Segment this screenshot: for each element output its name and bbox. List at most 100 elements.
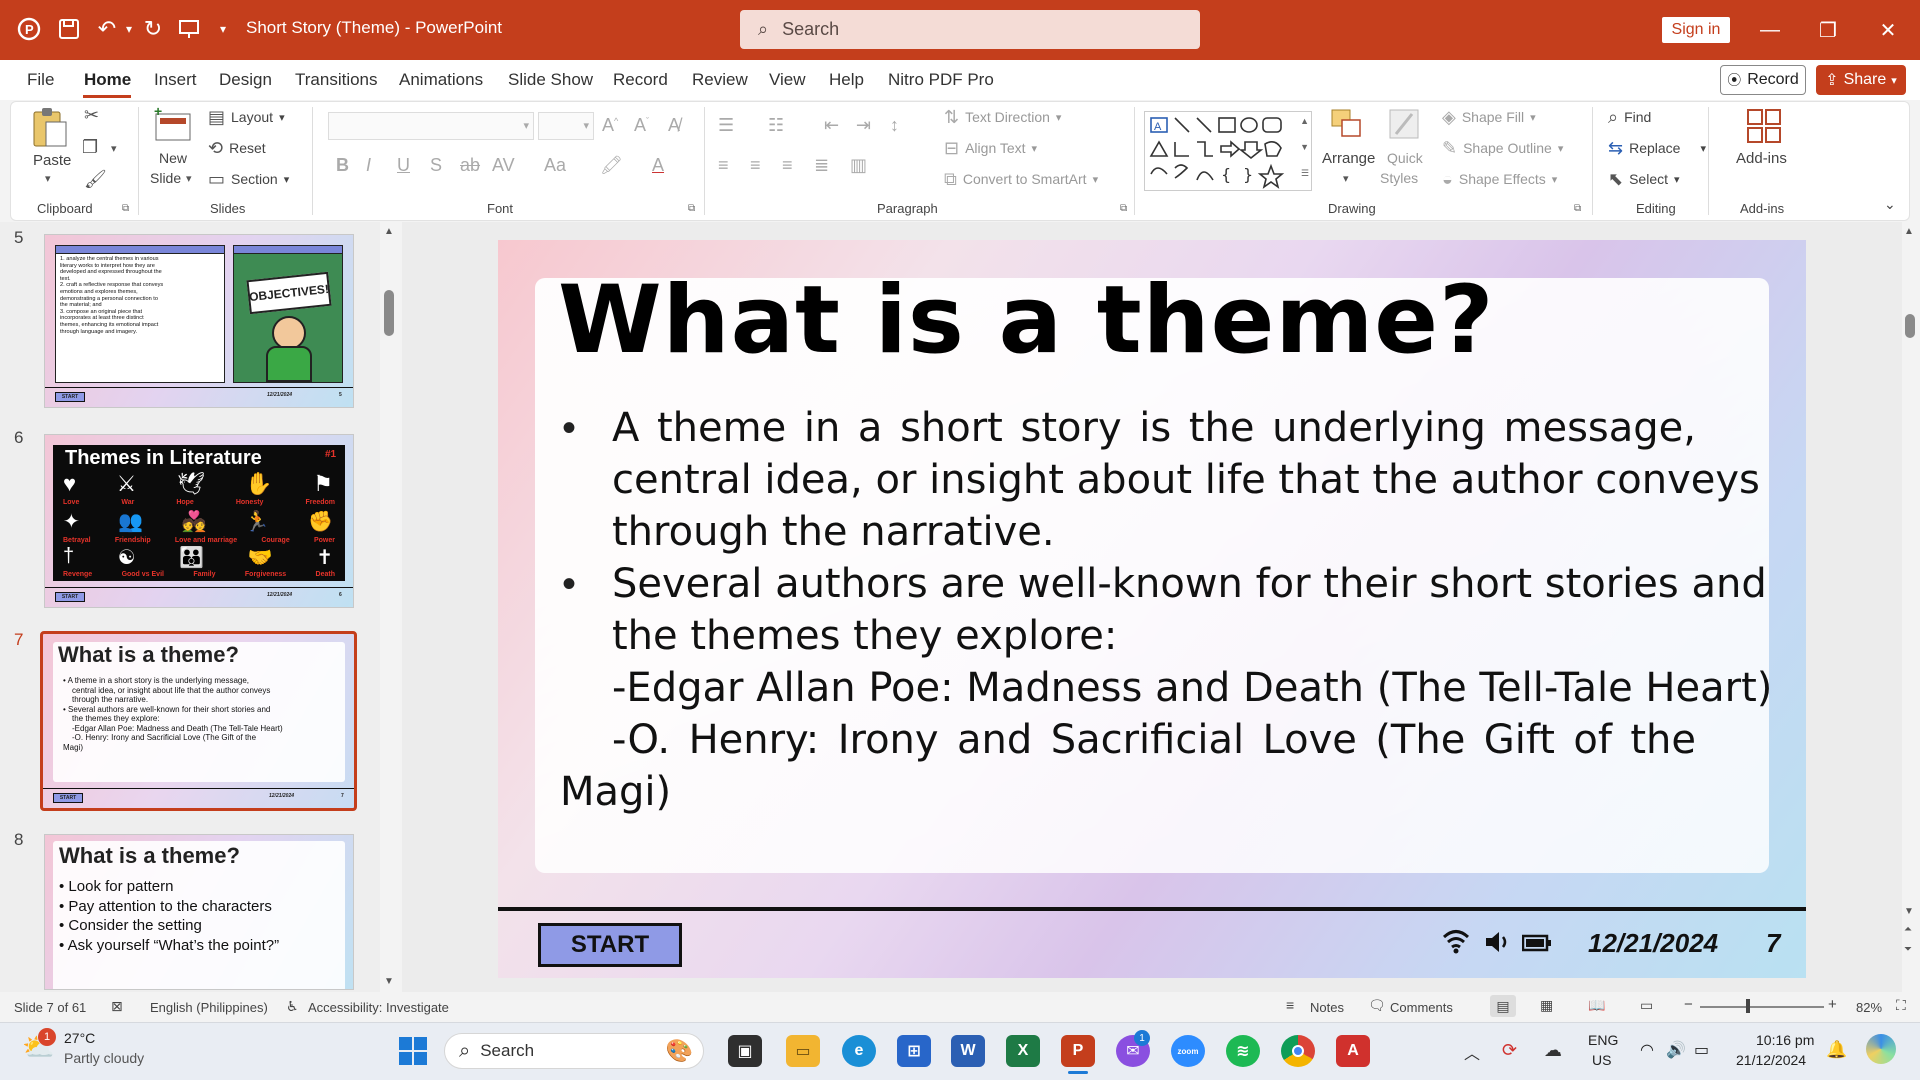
comments-icon[interactable]: 🗨 [1368,997,1386,1014]
normal-view-icon[interactable]: ▤ [1490,995,1516,1017]
store-icon[interactable]: ⊞ [897,1035,931,1067]
redo-icon[interactable]: ↻ [138,14,168,44]
clock-time[interactable]: 10:16 pm [1756,1032,1814,1048]
quick-styles-label-1[interactable]: Quick [1387,150,1423,166]
accessibility-icon[interactable]: ♿ [286,998,299,1015]
bullets-icon[interactable]: ☰ [718,116,734,134]
align-center-icon[interactable]: ≡ [750,156,761,174]
region-code[interactable]: US [1592,1052,1611,1068]
collapse-ribbon-icon[interactable]: ⌄ [1884,196,1896,213]
slide-title[interactable]: What is a theme? [558,266,1495,375]
spelling-check-icon[interactable]: ⊠ [111,998,123,1015]
comments-button[interactable]: Comments [1390,1000,1453,1015]
copilot-icon[interactable] [1866,1034,1896,1064]
weather-temp[interactable]: 27°C [64,1030,95,1046]
edge-icon[interactable]: e [842,1035,876,1067]
tab-record[interactable]: Record [613,70,668,90]
acrobat-icon[interactable]: A [1336,1035,1370,1067]
highlight-icon[interactable]: 🖍 [600,156,623,174]
word-icon[interactable]: W [951,1035,985,1067]
font-name-dropdown[interactable]: ▾ [328,112,534,140]
minimize-icon[interactable]: — [1750,14,1790,46]
convert-smartart-button[interactable]: ⧉ Convert to SmartArt ▾ [944,170,1098,188]
spotify-icon[interactable]: ≋ [1226,1035,1260,1067]
weather-desc[interactable]: Partly cloudy [64,1050,144,1066]
gallery-down-icon[interactable]: ▼ [1300,142,1309,152]
quick-styles-icon[interactable] [1386,106,1426,146]
new-slide-label-1[interactable]: New [159,150,187,166]
section-button[interactable]: ▭ Section ▾ [208,170,289,188]
add-ins-icon[interactable] [1744,106,1784,146]
reading-view-icon[interactable]: 📖 [1588,997,1605,1014]
slide-start-button[interactable]: START [538,923,682,967]
main-scroll-up-icon[interactable]: ▲ [1904,226,1914,237]
tab-review[interactable]: Review [692,70,748,90]
sync-icon[interactable]: ⟳ [1502,1040,1517,1061]
reset-button[interactable]: ⟲ Reset [208,139,266,157]
replace-button[interactable]: ⇆ Replace ▾ [1608,139,1706,157]
layout-button[interactable]: ▤ Layout ▾ [208,108,285,126]
increase-font-icon[interactable]: A^ [602,116,618,134]
quick-styles-label-2[interactable]: Styles [1380,170,1418,186]
paste-dropdown-icon[interactable]: ▾ [45,172,51,185]
customize-qat-icon[interactable]: ▾ [208,14,238,44]
align-right-icon[interactable]: ≡ [782,156,793,174]
cut-icon[interactable]: ✂ [84,106,99,124]
language-code[interactable]: ENG [1588,1032,1618,1048]
zoom-out-icon[interactable]: − [1684,996,1693,1013]
cloud-icon[interactable]: ☁ [1544,1040,1562,1061]
underline-icon[interactable]: U [397,156,410,174]
paste-icon[interactable] [30,106,70,150]
tab-animations[interactable]: Animations [399,70,483,90]
search-input[interactable]: ⌕ Search [740,10,1200,49]
justify-icon[interactable]: ≣ [814,156,829,174]
align-left-icon[interactable]: ≡ [718,156,729,174]
columns-icon[interactable]: ▥ [850,156,867,174]
thumb-scroll-up-icon[interactable]: ▲ [384,226,394,237]
next-slide-icon[interactable]: ⏷ [1904,944,1912,955]
taskbar-battery-icon[interactable]: ▭ [1694,1040,1709,1060]
zoom-slider-track[interactable] [1700,1006,1824,1008]
main-scroll-down-icon[interactable]: ▼ [1904,906,1914,917]
fit-slide-icon[interactable]: ⛶ [1896,997,1906,1014]
slide-thumbnail-5[interactable]: 1. analyze the central themes in various… [44,234,354,408]
bold-icon[interactable]: B [336,156,349,174]
select-button[interactable]: ⬉ Select ▾ [1608,170,1680,188]
tab-view[interactable]: View [769,70,806,90]
gallery-up-icon[interactable]: ▲ [1300,116,1309,126]
notification-bell-icon[interactable]: 🔔 [1826,1040,1847,1060]
clock-date[interactable]: 21/12/2024 [1736,1052,1806,1068]
sign-in-button[interactable]: Sign in [1662,17,1730,43]
thumb-scroll-down-icon[interactable]: ▼ [384,976,394,987]
zoom-app-icon[interactable]: zoom [1171,1035,1205,1067]
language-indicator[interactable]: English (Philippines) [150,1000,268,1015]
tab-file[interactable]: File [27,70,54,90]
text-direction-button[interactable]: ⇅ Text Direction ▾ [944,108,1061,126]
close-icon[interactable]: ✕ [1868,14,1908,46]
gallery-more-icon[interactable]: ☰ [1301,168,1309,179]
drawing-launcher-icon[interactable]: ⧉ [1574,203,1581,214]
clear-formatting-icon[interactable]: A̸ [668,116,680,134]
share-button[interactable]: ⇪ Share ▾ [1816,65,1906,95]
slide-thumbnail-6[interactable]: Themes in Literature #1 ♥ ⚔ 🕊 ✋ ⚑ Love War Hop… [44,434,354,608]
change-case-icon[interactable]: Aa [544,156,566,174]
format-painter-icon[interactable]: 🖌 [84,170,107,188]
arrange-dropdown-icon[interactable]: ▾ [1343,172,1349,185]
font-color-icon[interactable]: A [652,156,664,174]
paragraph-launcher-icon[interactable]: ⧉ [1120,203,1127,214]
zoom-in-icon[interactable]: + [1828,996,1837,1013]
character-spacing-icon[interactable]: AV [492,156,515,174]
slide-thumbnail-8[interactable]: What is a theme? • Look for pattern • Pa… [44,834,354,990]
notes-button[interactable]: Notes [1310,1000,1344,1015]
copy-dropdown-icon[interactable]: ▾ [111,142,117,155]
copy-icon[interactable]: ❐ [82,138,98,156]
new-slide-label-2[interactable]: Slide [150,170,181,186]
slide-body[interactable]: • A theme in a short story is the underl… [560,402,1772,818]
decrease-indent-icon[interactable]: ⇤ [824,116,839,134]
restore-icon[interactable]: ❐ [1808,14,1848,46]
find-button[interactable]: ⌕ Find [1608,108,1651,126]
tab-help[interactable]: Help [829,70,864,90]
chrome-icon[interactable] [1281,1035,1315,1067]
increase-indent-icon[interactable]: ⇥ [856,116,871,134]
strikethrough-icon[interactable]: ab [460,156,480,174]
